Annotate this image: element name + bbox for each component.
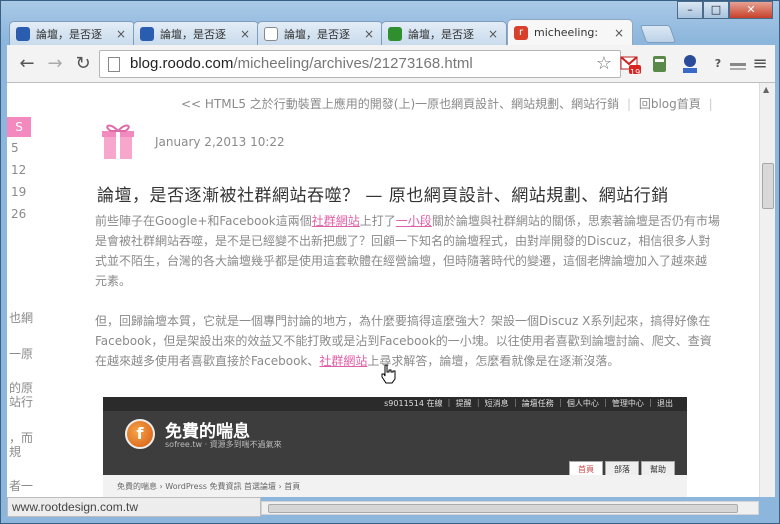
embed-breadcrumb: 免費的喘息 › WordPress 免費資訊 首選論壇 › 首頁 [103,475,687,497]
calendar-column: S 5 12 19 26 [7,117,37,225]
tab-3[interactable]: 論壇，是否逐 × [257,21,383,45]
page-viewport: << HTML5 之於行動裝置上應用的開發(上)一原也網頁設計、網站規劃、網站行… [7,83,775,497]
back-button[interactable]: ← [15,52,39,76]
social-network-link[interactable]: 社群網站 [312,214,360,228]
sidebar-snippet[interactable]: 規 [9,443,21,460]
tab-4[interactable]: 論壇，是否逐 × [381,21,507,45]
paragraph-2: 但，回歸論壇本質，它就是一個專門討論的地方，為什麼要搞得這麼強大？架設一個Dis… [95,311,759,371]
close-window-button[interactable]: ✕ [729,1,773,19]
nav-separator: | [708,97,713,111]
minimize-button[interactable]: – [677,1,703,19]
tab-title: 論壇，是否逐 [160,27,226,41]
short-post-link[interactable]: 一小段 [396,214,432,228]
tab-title: 論壇，是否逐 [408,27,474,41]
para2-text: 在越來越多使用者喜歡直接於Facebook、 [95,354,320,368]
tab-1[interactable]: 論壇，是否逐 × [9,21,135,45]
tab-2[interactable]: 論壇，是否逐 × [133,21,259,45]
stats-icon[interactable] [679,53,701,75]
window-controls: – □ ✕ [677,1,773,19]
url-text[interactable]: blog.roodo.com/micheeling/archives/21273… [130,55,473,72]
para1-text: 前些陣子在Google+和Facebook這兩個 [95,214,312,228]
para1-text: 上打了 [359,214,396,228]
menu-icon[interactable]: ≡ [749,53,771,75]
para2-line: Facebook，但是架設出來的效益又不能打敗或是沾到Facebook的一小塊。… [95,334,712,348]
embed-site-subtitle: sofree.tw · 資源多到喘不過氣來 [165,440,282,449]
horizontal-scrollbar[interactable] [261,501,759,515]
tab-title: 論壇，是否逐 [284,27,350,41]
horizontal-scrollbar-thumb[interactable] [268,504,738,513]
roodo-icon: r [514,25,528,40]
close-tab-icon[interactable]: × [238,27,252,41]
evernote-icon[interactable] [649,53,671,75]
close-tab-icon[interactable]: × [114,27,128,41]
help-icon[interactable]: ? [707,53,729,75]
new-tab-button[interactable] [639,25,677,43]
calendar-header: S [7,117,31,137]
page-icon [108,57,120,72]
vertical-scrollbar[interactable]: ▲ [759,83,775,497]
tab-strip: 論壇，是否逐 × 論壇，是否逐 × 論壇，是否逐 × 論壇，是否逐 × r mi… [9,19,699,45]
close-tab-icon[interactable]: × [362,27,376,41]
post-navigation: << HTML5 之於行動裝置上應用的開發(上)一原也網頁設計、網站規劃、網站行… [181,95,717,112]
blog-home-link[interactable]: 回blog首頁 [639,97,701,111]
url-path: /micheeling/archives/21273168.html [233,55,473,72]
nav-separator: | [626,97,632,111]
post-title: 論壇，是否逐漸被社群網站吞噬？ — 原也網頁設計、網站規劃、網站行銷 [97,186,669,206]
tab-5-active[interactable]: r micheeling: × [507,19,633,45]
status-bar: www.rootdesign.com.tw [7,497,261,517]
social-network-link[interactable]: 社群網站 [319,354,367,368]
site-logo-icon: f [125,419,155,449]
calendar-day[interactable]: 12 [7,159,37,181]
para2-line: 但，回歸論壇本質，它就是一個專門討論的地方，為什麼要搞得這麼強大？架設一個Dis… [95,314,711,328]
chat-icon [140,26,154,41]
close-tab-icon[interactable]: × [486,27,500,41]
para1-text: 關於論壇與社群網站的關係，思索著論壇是否仍有市場 [431,214,720,228]
sidebar-snippet[interactable]: 也網 [9,309,33,326]
para1-line: 是會被社群網站吞噬，是不是已經變不出新把戲了？回顧一下知名的論壇程式，由對岸開發… [95,234,711,248]
para1-line: 式並不陌生，台灣的各大論壇幾乎都是使用這套軟體在經營論壇，但時隨著時代的變遷，這… [95,254,708,268]
forward-button[interactable]: → [43,52,67,76]
tab-title: 論壇，是否逐 [36,27,102,41]
sheet-icon [388,26,402,41]
reload-button[interactable]: ↻ [71,52,95,76]
tool-icon[interactable] [727,53,749,75]
scroll-up-icon[interactable]: ▲ [763,85,769,94]
tab-title: micheeling: [534,26,599,39]
gmail-icon[interactable]: 19 [619,53,641,77]
chat-icon [16,26,30,41]
embed-topbar: s9011514 在線 ｜ 提醒 ｜ 短消息 ｜ 論壇任務 ｜ 個人中心 ｜ 管… [103,397,687,411]
close-tab-icon[interactable]: × [612,26,626,40]
calendar-day[interactable]: 5 [7,137,37,159]
calendar-day[interactable]: 19 [7,181,37,203]
page-icon [264,26,278,41]
prev-post-link[interactable]: << HTML5 之於行動裝置上應用的開發(上)一原也網頁設計、網站規劃、網站行… [181,97,619,111]
browser-window: – □ ✕ 論壇，是否逐 × 論壇，是否逐 × 論壇，是否逐 × 論壇，是否逐 … [0,0,780,524]
gift-icon [102,124,134,159]
calendar-day[interactable]: 26 [7,203,37,225]
sidebar-snippet[interactable]: 者一 [9,477,33,494]
post-date: January 2,2013 10:22 [155,135,285,149]
bookmark-star-icon[interactable]: ☆ [596,53,612,74]
sidebar-snippet[interactable]: 一原 [9,345,33,362]
sidebar-snippet[interactable]: 站行 [9,393,33,410]
address-bar[interactable]: blog.roodo.com/micheeling/archives/21273… [99,50,621,78]
scrollbar-thumb[interactable] [762,163,774,209]
gmail-badge: 19 [630,68,641,77]
para2-text: 上尋求解答，論壇，怎麼看就像是在逐漸沒落。 [367,354,620,368]
paragraph-1: 前些陣子在Google+和Facebook這兩個社群網站上打了一小段關於論壇與社… [95,211,759,291]
embedded-screenshot: s9011514 在線 ｜ 提醒 ｜ 短消息 ｜ 論壇任務 ｜ 個人中心 ｜ 管… [103,397,687,497]
para1-line: 元素。 [95,274,132,288]
browser-toolbar: ← → ↻ blog.roodo.com/micheeling/archives… [7,45,775,83]
hand-cursor-icon [381,364,396,384]
url-domain: blog.roodo.com [130,55,234,72]
maximize-button[interactable]: □ [703,1,729,19]
